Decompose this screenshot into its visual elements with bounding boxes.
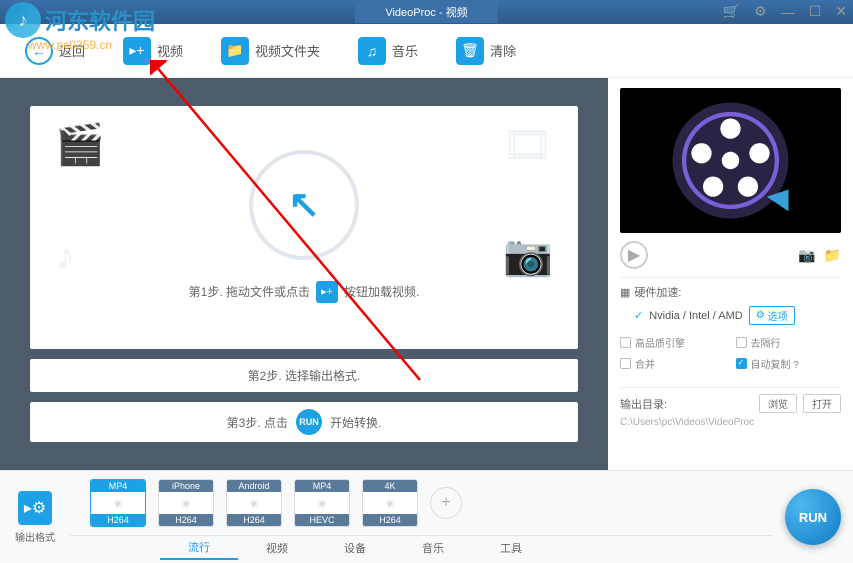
check-merge[interactable]: 合并 bbox=[620, 356, 726, 371]
close-button[interactable]: ✕ bbox=[835, 3, 847, 20]
run-inline-badge: RUN bbox=[296, 409, 322, 435]
format-card-android[interactable]: Android◉H264 bbox=[226, 479, 282, 527]
step1-text: 第1步. 拖动文件或点击 ▸+ 按钮加载视频. bbox=[189, 281, 420, 303]
bg-cam-icon: 📷 bbox=[503, 232, 553, 279]
bg-clap-icon: 🎞 bbox=[502, 121, 553, 168]
preview-window bbox=[620, 88, 841, 233]
hardware-accel-section: ▦ 硬件加速: ✓ Nvidia / Intel / AMD ⚙ 选项 高品质引… bbox=[620, 277, 841, 371]
check-deinterlace[interactable]: 去隔行 bbox=[736, 335, 842, 350]
run-button-container: RUN bbox=[773, 471, 853, 563]
hw-label: Nvidia / Intel / AMD bbox=[649, 310, 743, 322]
site-name: 河东软件园 bbox=[45, 4, 155, 36]
step3-box: 第3步. 点击 RUN 开始转换. bbox=[30, 402, 578, 442]
output-label: 输出目录: bbox=[620, 396, 667, 412]
step2-box: 第2步. 选择输出格式. bbox=[30, 359, 578, 392]
gear-icon: ⚙ bbox=[756, 310, 765, 321]
format-cards: MP4◉H264 iPhone◉H264 Android◉H264 MP4◉HE… bbox=[70, 471, 773, 535]
preview-controls: ▶ 📷 📁 bbox=[620, 241, 841, 269]
hw-check-icon[interactable]: ✓ bbox=[634, 309, 643, 322]
hw-option-button[interactable]: ⚙ 选项 bbox=[749, 306, 795, 325]
format-gear-icon: ▸⚙ bbox=[18, 491, 52, 525]
run-button[interactable]: RUN bbox=[785, 489, 841, 545]
settings-icon[interactable]: ⚙ bbox=[754, 3, 767, 20]
tab-music[interactable]: 音乐 bbox=[394, 536, 472, 560]
clear-button[interactable]: 🗑 清除 bbox=[456, 37, 516, 65]
format-card-mp4-h264[interactable]: MP4◉H264 bbox=[90, 479, 146, 527]
check-hq[interactable]: 高品质引擎 bbox=[620, 335, 726, 350]
browse-button[interactable]: 浏览 bbox=[759, 394, 797, 413]
drop-zone[interactable]: 🎬 🎞 ♪ 📷 ↖ 第1步. 拖动文件或点击 ▸+ 按钮加载视频. bbox=[30, 106, 578, 349]
trash-icon: 🗑 bbox=[456, 37, 484, 65]
bottom-bar: ▸⚙ 输出格式 MP4◉H264 iPhone◉H264 Android◉H26… bbox=[0, 470, 853, 563]
format-card-iphone[interactable]: iPhone◉H264 bbox=[158, 479, 214, 527]
folder-plus-icon: 📁 bbox=[221, 37, 249, 65]
tab-device[interactable]: 设备 bbox=[316, 536, 394, 560]
video-plus-icon: ▸+ bbox=[123, 37, 151, 65]
chip-icon: ▦ bbox=[620, 286, 630, 299]
side-panel: ▶ 📷 📁 ▦ 硬件加速: ✓ Nvidia / Intel / AMD ⚙ 选… bbox=[608, 78, 853, 470]
open-button[interactable]: 打开 bbox=[803, 394, 841, 413]
video-inline-icon: ▸+ bbox=[316, 281, 338, 303]
upload-arrow-icon: ↖ bbox=[288, 182, 320, 227]
film-reel-icon bbox=[620, 88, 841, 233]
option-checks: 高品质引擎 去隔行 合并 自动复制 ? bbox=[620, 335, 841, 371]
minimize-button[interactable]: — bbox=[781, 4, 795, 20]
tab-video[interactable]: 视频 bbox=[238, 536, 316, 560]
hw-title: ▦ 硬件加速: bbox=[620, 284, 841, 300]
window-title: VideoProc - 视频 bbox=[355, 1, 497, 23]
snapshot-icon[interactable]: 📷 bbox=[798, 247, 815, 264]
add-folder-button[interactable]: 📁 视频文件夹 bbox=[221, 37, 320, 65]
format-list: MP4◉H264 iPhone◉H264 Android◉H264 MP4◉HE… bbox=[70, 471, 773, 563]
bg-film-icon: 🎬 bbox=[55, 121, 105, 168]
browse-folder-icon[interactable]: 📁 bbox=[824, 247, 841, 264]
add-format-button[interactable]: + bbox=[430, 487, 462, 519]
tab-tools[interactable]: 工具 bbox=[472, 536, 550, 560]
format-card-mp4-hevc[interactable]: MP4◉HEVC bbox=[294, 479, 350, 527]
tab-popular[interactable]: 流行 bbox=[160, 536, 238, 560]
music-plus-icon: ♫ bbox=[358, 37, 386, 65]
drop-circle: ↖ bbox=[249, 150, 359, 260]
cart-icon[interactable]: 🛒 bbox=[723, 3, 740, 20]
watermark-overlay: ♪ 河东软件园 bbox=[5, 2, 155, 38]
main-content: 🎬 🎞 ♪ 📷 ↖ 第1步. 拖动文件或点击 ▸+ 按钮加载视频. 第2步. 选… bbox=[0, 78, 853, 470]
format-card-4k[interactable]: 4K◉H264 bbox=[362, 479, 418, 527]
format-tabs: 流行 视频 设备 音乐 工具 bbox=[70, 535, 773, 560]
bg-note-icon: ♪ bbox=[55, 234, 75, 279]
window-controls: 🛒 ⚙ — ☐ ✕ bbox=[723, 3, 847, 20]
play-button[interactable]: ▶ bbox=[620, 241, 648, 269]
maximize-button[interactable]: ☐ bbox=[809, 3, 822, 20]
output-section: 输出目录: 浏览 打开 C:\Users\pc\Videos\VideoProc bbox=[620, 387, 841, 428]
add-music-button[interactable]: ♫ 音乐 bbox=[358, 37, 418, 65]
output-path: C:\Users\pc\Videos\VideoProc bbox=[620, 417, 841, 428]
drop-zone-panel: 🎬 🎞 ♪ 📷 ↖ 第1步. 拖动文件或点击 ▸+ 按钮加载视频. 第2步. 选… bbox=[0, 78, 608, 470]
add-video-button[interactable]: ▸+ 视频 bbox=[123, 37, 183, 65]
site-logo-icon: ♪ bbox=[5, 2, 41, 38]
site-url: www.pc0359.cn bbox=[28, 38, 112, 52]
output-format-button[interactable]: ▸⚙ 输出格式 bbox=[0, 471, 70, 563]
check-auto-copy[interactable]: 自动复制 ? bbox=[736, 356, 842, 371]
